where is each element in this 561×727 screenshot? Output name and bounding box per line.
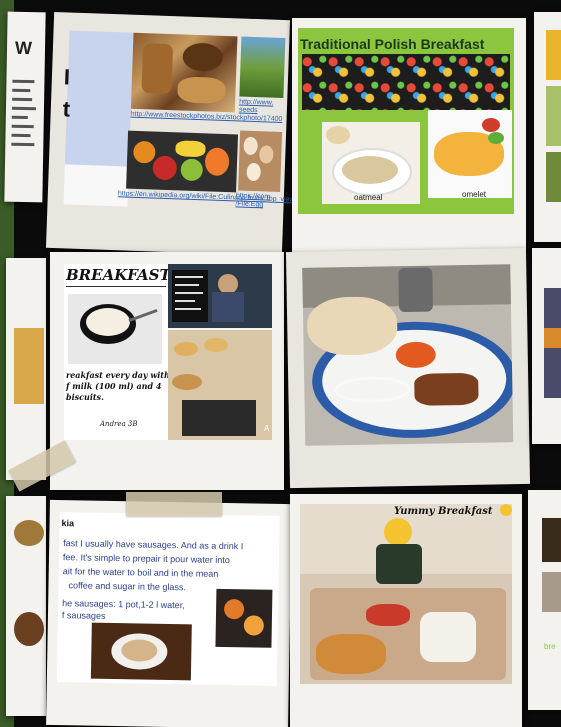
card-sausage-plate <box>285 247 531 489</box>
blue-panel <box>64 30 134 167</box>
seeds-photo <box>239 36 286 99</box>
polish-title: Traditional Polish Breakfast <box>300 36 485 52</box>
eggs-photo <box>238 130 283 192</box>
fruits-photo <box>126 130 239 193</box>
smiley-icon <box>500 504 512 516</box>
right-bottom-fragment: bre <box>544 642 556 651</box>
label-oatmeal: oatmeal <box>354 193 383 202</box>
left-top-heading: W <box>14 37 33 59</box>
milk-cup-photo <box>68 294 162 364</box>
card-sausage-recipe: kia fast I usually have sausages. And as… <box>46 499 292 727</box>
white-panel <box>63 164 129 207</box>
card-yummy-breakfast: Yummy Breakfast <box>290 494 522 727</box>
oatmeal-photo <box>322 122 420 204</box>
bread-photo <box>130 32 238 113</box>
biscuits-photo <box>168 330 272 440</box>
breakfast-corner-letter: A <box>264 424 270 433</box>
breakfast-author: Andrea 3B <box>100 420 138 428</box>
link-egg[interactable]: https://com /File:Egg <box>235 192 270 209</box>
omelet-photo <box>428 110 512 198</box>
breakfast-heading: BREAKFAST. <box>66 266 174 284</box>
floral-pattern <box>302 54 510 110</box>
collage-board: W I t http://www.freestockphotos.biz/sto… <box>0 0 561 727</box>
recipe-line-6: f sausages <box>61 610 106 621</box>
link-wikipedia-fruits[interactable]: https://en.wikipedia.org/wiki/File:Culin… <box>118 190 306 204</box>
label-omelet: omelet <box>462 190 487 199</box>
big-letter-2: t <box>62 96 71 122</box>
heading-underline <box>66 286 166 287</box>
card-food-links: I t http://www.freestockphotos.biz/stock… <box>45 11 306 257</box>
plate-photo <box>302 264 514 446</box>
big-letter-1: I <box>63 64 71 90</box>
breakfast-caption: reakfast every day with a f milk (100 ml… <box>66 370 178 402</box>
yummy-title: Yummy Breakfast <box>394 506 493 517</box>
card-right-top <box>534 12 561 242</box>
card-left-bottom <box>6 496 46 716</box>
video-photo <box>168 264 272 328</box>
card-milk-breakfast: BREAKFAST. reakfast every day with a f m… <box>50 252 284 490</box>
card-right-middle <box>532 248 561 444</box>
coffee-photo <box>90 622 192 681</box>
card-left-top: W <box>4 11 46 203</box>
card-left-middle <box>6 258 46 480</box>
card-polish-breakfast: Traditional Polish Breakfast oatmeal ome… <box>292 18 526 252</box>
tape-bottom <box>126 492 222 516</box>
card-right-bottom: bre <box>528 490 561 710</box>
link-freestock[interactable]: http://www.freestockphotos.biz/stockphot… <box>131 111 283 123</box>
recipe-line-5: he sausages: 1 pot,1-2 l water, <box>62 598 185 611</box>
recipe-line-4: coffee and sugar in the glass. <box>68 580 186 593</box>
left-top-text-lines <box>11 74 38 152</box>
link-seeds[interactable]: http://www. seeds <box>239 98 274 115</box>
yummy-photo <box>300 504 512 684</box>
recipe-heading: kia <box>61 518 75 529</box>
sausage-fire-photo <box>215 588 273 648</box>
